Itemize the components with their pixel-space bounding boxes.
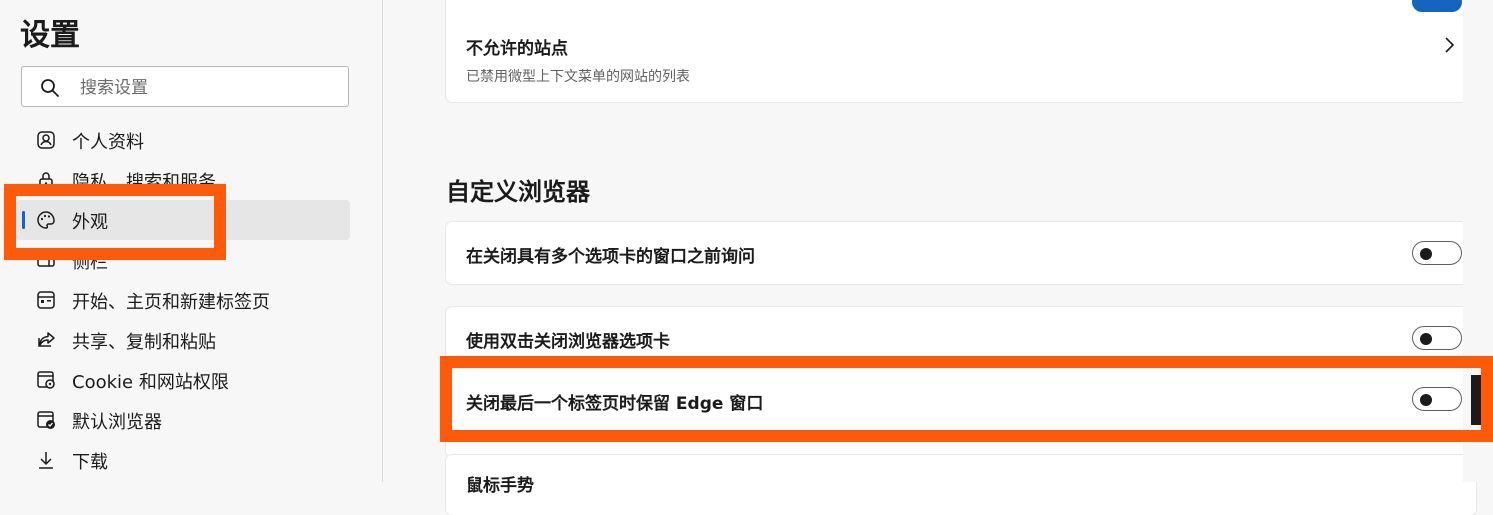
share-icon (38, 332, 55, 347)
setting-label: 在关闭具有多个选项卡的窗口之前询问 (466, 247, 755, 267)
setting-row[interactable]: 关闭最后一个标签页时保留 Edge 窗口 (446, 369, 1476, 431)
toggle-switch[interactable] (1412, 241, 1462, 265)
sidebar-item-label: 默认浏览器 (72, 412, 162, 433)
download-icon (39, 452, 53, 469)
toggle-knob (1420, 394, 1432, 406)
toggle-knob (1420, 333, 1432, 345)
setting-label: 鼠标手势 (466, 476, 534, 496)
setting-row[interactable]: 鼠标手势 (446, 455, 1476, 515)
setting-row[interactable]: 在关闭具有多个选项卡的窗口之前询问 (446, 222, 1476, 284)
sidebar-item-privacy[interactable]: 隐私、搜索和服务 (16, 160, 350, 200)
mini-menu-card: 不允许的站点 已禁用微型上下文菜单的网站的列表 (446, 0, 1476, 102)
sidebar-item-downloads[interactable]: 下载 (16, 440, 350, 480)
profile-icon (37, 131, 55, 149)
search-icon (41, 79, 59, 97)
setting-label: 使用双击关闭浏览器选项卡 (466, 332, 670, 352)
sidebar-icon (37, 253, 55, 267)
chevron-right-icon (1445, 37, 1455, 53)
palette-icon (37, 211, 55, 229)
sidebar-item-profile[interactable]: 个人资料 (16, 120, 350, 160)
lock-icon (39, 172, 53, 189)
setting-group: 使用双击关闭浏览器选项卡 关闭最后一个标签页时保留 Edge 窗口 (446, 307, 1476, 457)
toggle-knob (1420, 248, 1432, 260)
section-title: 自定义浏览器 (446, 178, 590, 206)
sidebar-item-label: 下载 (72, 452, 108, 473)
sidebar-item-start-home[interactable]: 开始、主页和新建标签页 (16, 280, 350, 320)
toggle-switch[interactable] (1412, 387, 1462, 411)
sidebar-item-label: 个人资料 (72, 132, 144, 153)
page-title: 设置 (20, 18, 80, 53)
home-page-icon (37, 291, 55, 309)
sidebar-item-label: 开始、主页和新建标签页 (72, 292, 270, 313)
search-box[interactable] (21, 66, 349, 107)
sidebar-item-share-copy-paste[interactable]: 共享、复制和粘贴 (16, 320, 350, 360)
sidebar-item-default-browser[interactable]: 默认浏览器 (16, 400, 350, 440)
setting-label: 关闭最后一个标签页时保留 Edge 窗口 (466, 394, 764, 414)
blocked-sites-description: 已禁用微型上下文菜单的网站的列表 (466, 69, 690, 85)
sidebar-item-label: 外观 (72, 212, 108, 233)
settings-sidebar: 设置 个人资料 隐私、搜索和服务 外观 (0, 0, 383, 482)
search-input[interactable] (78, 73, 342, 103)
blocked-sites-row[interactable]: 不允许的站点 已禁用微型上下文菜单的网站的列表 (446, 24, 1476, 102)
active-indicator (22, 211, 25, 229)
toggle-partial[interactable] (1412, 0, 1462, 12)
sidebar-item-label: 共享、复制和粘贴 (72, 332, 216, 353)
cookie-permissions-icon (37, 371, 55, 389)
default-browser-icon (37, 411, 55, 429)
sidebar-item-label: 隐私、搜索和服务 (72, 172, 216, 193)
sidebar-item-cookies[interactable]: Cookie 和网站权限 (16, 360, 350, 400)
settings-main: 不允许的站点 已禁用微型上下文菜单的网站的列表 自定义浏览器 在关闭具有多个选项… (383, 0, 1493, 515)
sidebar-item-sidebar[interactable]: 侧栏 (16, 240, 350, 280)
toggle-switch[interactable] (1412, 326, 1462, 350)
sidebar-item-label: 侧栏 (72, 252, 108, 273)
scrollbar-thumb[interactable] (1471, 375, 1493, 425)
sidebar-item-appearance[interactable]: 外观 (16, 200, 350, 240)
setting-row[interactable]: 使用双击关闭浏览器选项卡 (446, 307, 1476, 369)
sidebar-item-label: Cookie 和网站权限 (72, 372, 229, 393)
blocked-sites-title: 不允许的站点 (466, 39, 568, 59)
